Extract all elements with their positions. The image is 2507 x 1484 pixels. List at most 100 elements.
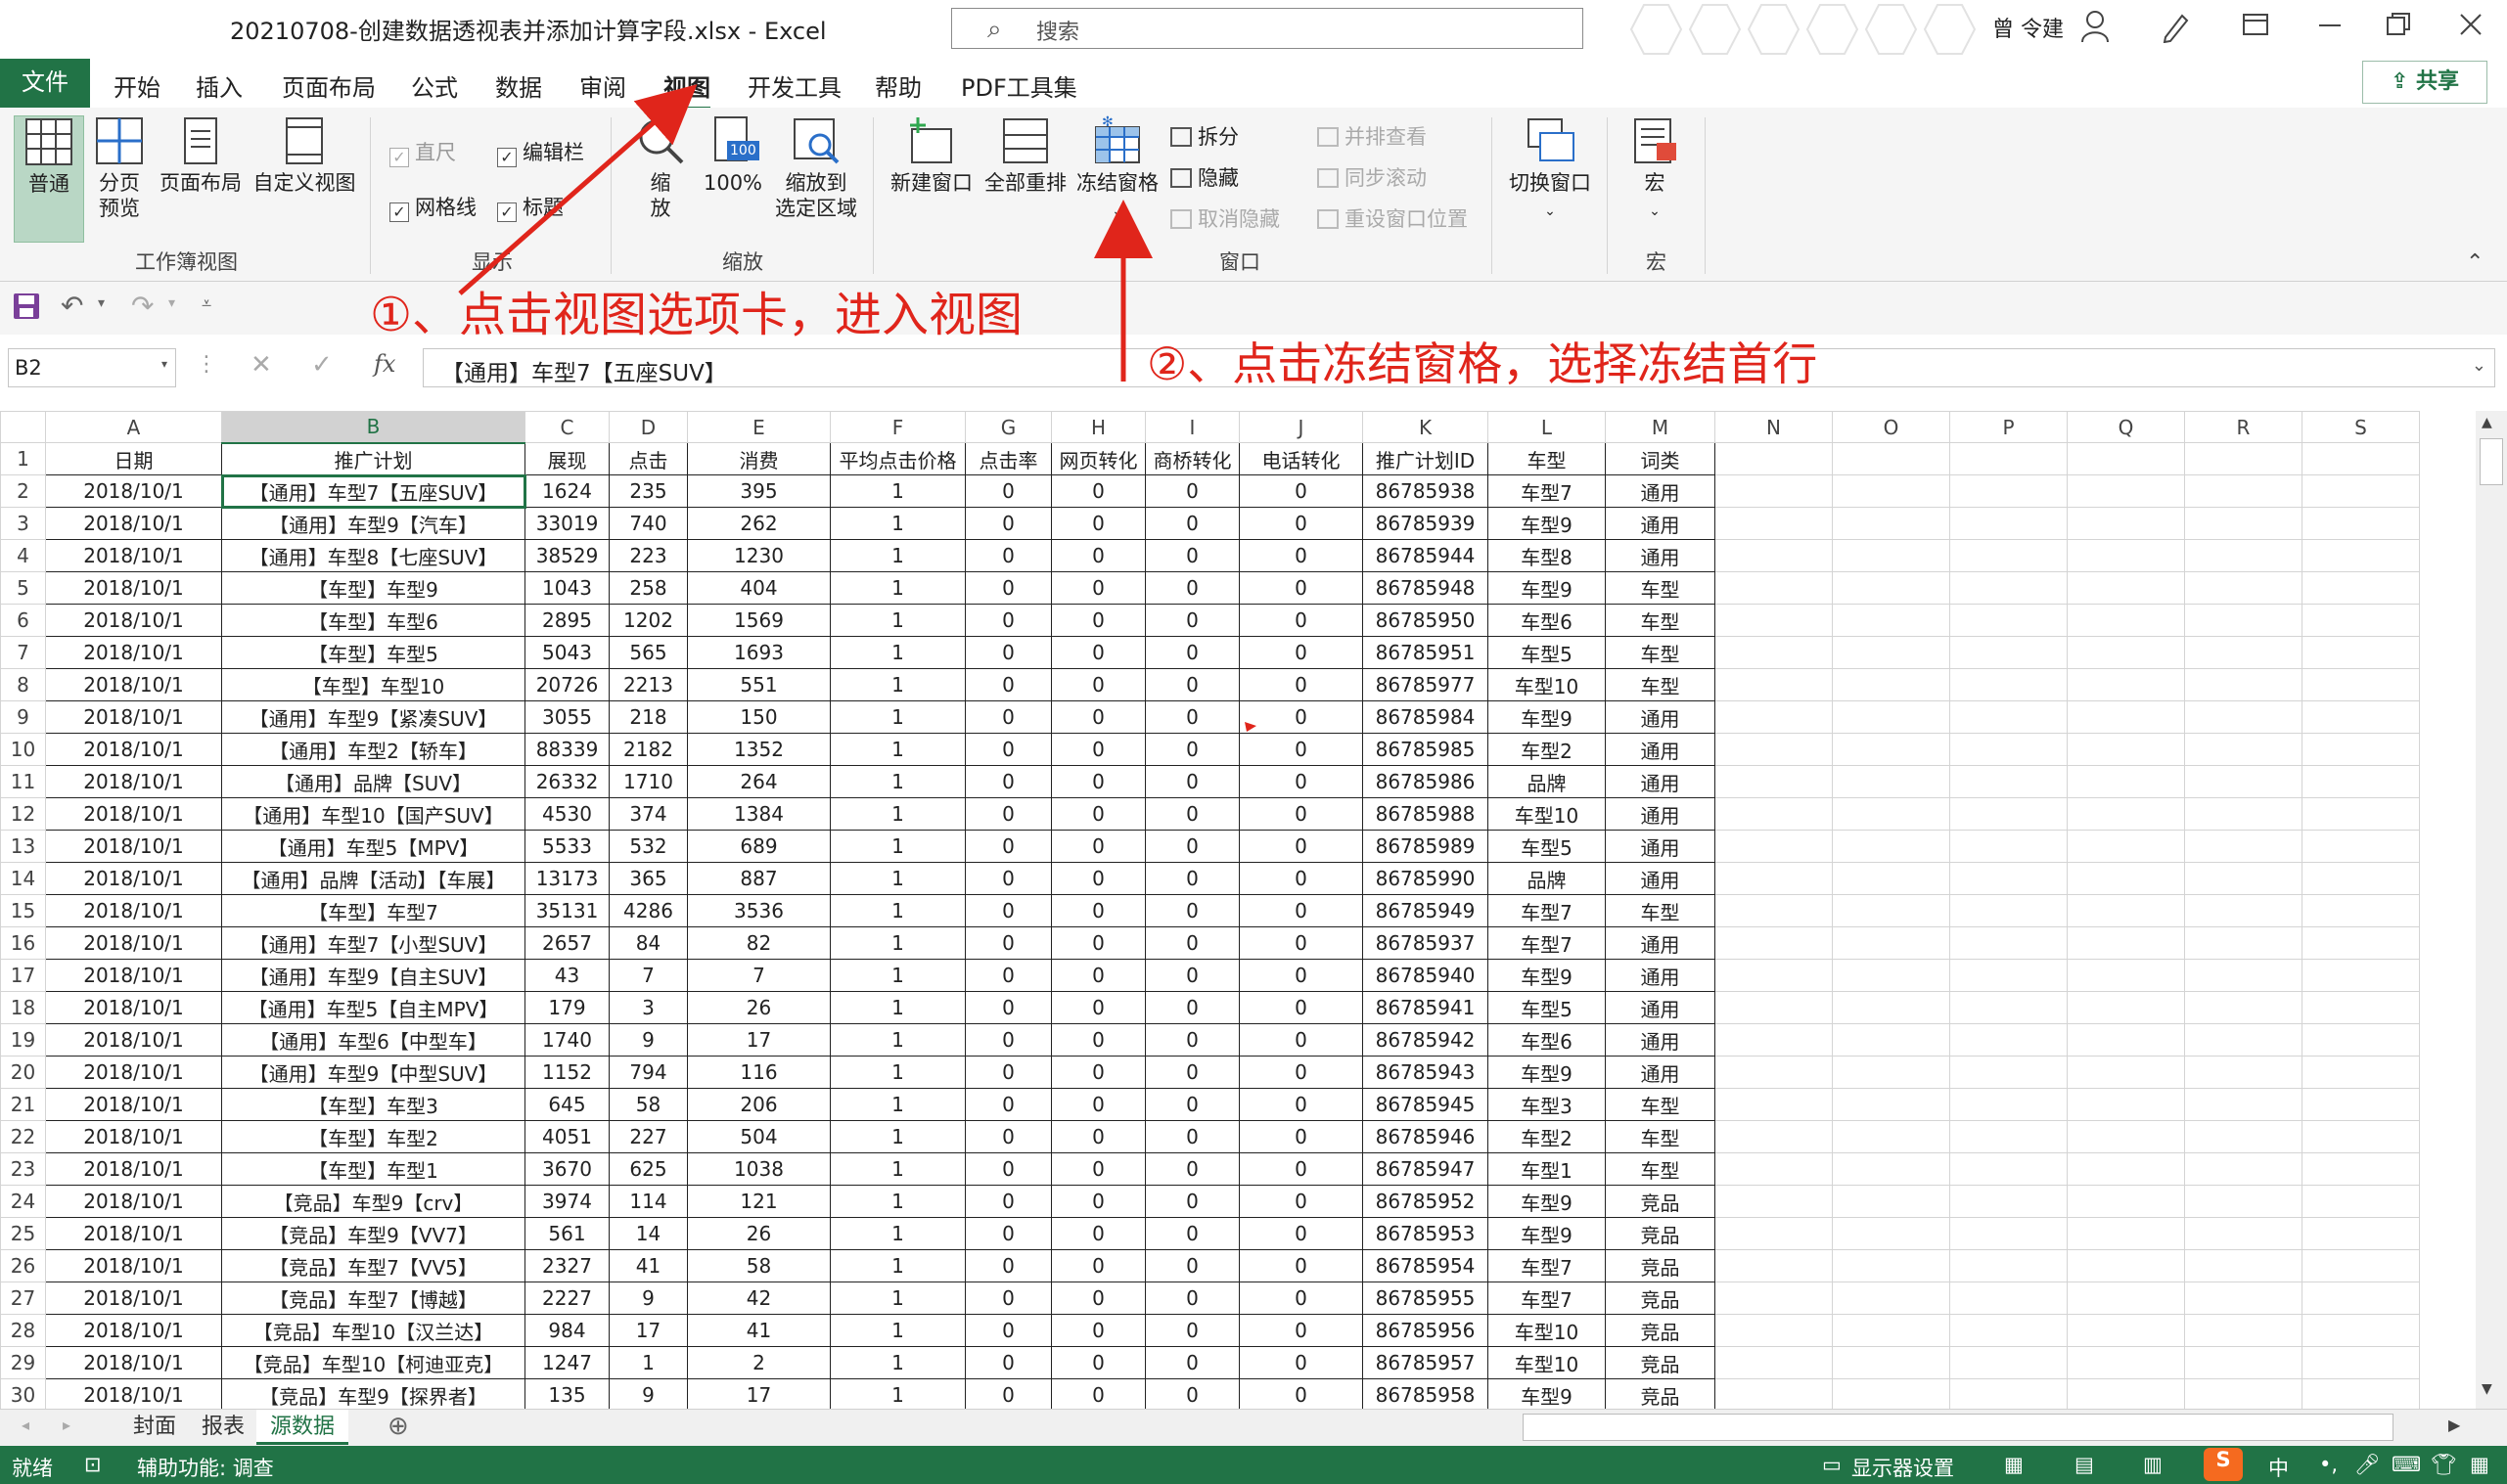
data-cell[interactable]: 2227 xyxy=(524,1282,610,1315)
empty-cell[interactable] xyxy=(1714,474,1833,508)
data-cell[interactable]: 1 xyxy=(830,668,966,701)
ribbon-display-options-icon[interactable] xyxy=(2241,10,2270,46)
empty-cell[interactable] xyxy=(1832,668,1950,701)
empty-cell[interactable] xyxy=(1949,894,2068,927)
header-cell[interactable]: 日期 xyxy=(45,442,222,475)
data-cell[interactable]: 86785937 xyxy=(1362,926,1488,960)
data-cell[interactable]: 88339 xyxy=(524,733,610,766)
data-cell[interactable]: 【竞品】车型7【博越】 xyxy=(221,1282,525,1315)
empty-cell[interactable] xyxy=(1714,959,1833,992)
data-cell[interactable]: 235 xyxy=(609,474,688,508)
empty-cell[interactable] xyxy=(1714,1088,1833,1121)
data-cell[interactable]: 0 xyxy=(1145,1056,1240,1089)
empty-cell[interactable] xyxy=(1832,830,1950,863)
data-cell[interactable]: 【通用】车型2【轿车】 xyxy=(221,733,525,766)
empty-cell[interactable] xyxy=(1714,733,1833,766)
data-cell[interactable]: 86785984 xyxy=(1362,700,1488,734)
data-cell[interactable]: 86785990 xyxy=(1362,862,1488,895)
page-break-preview-button[interactable]: 分页 预览 xyxy=(90,115,149,221)
data-cell[interactable]: 17 xyxy=(687,1378,831,1409)
data-cell[interactable]: 0 xyxy=(1051,1378,1146,1409)
row-header[interactable]: 2 xyxy=(0,474,46,508)
data-cell[interactable]: 【竞品】车型10【柯迪亚克】 xyxy=(221,1346,525,1379)
sheet-tab-cover[interactable]: 封面 xyxy=(119,1410,190,1445)
column-header-o[interactable]: O xyxy=(1832,411,1950,443)
data-cell[interactable]: 车型9 xyxy=(1487,1185,1606,1218)
data-cell[interactable]: 通用 xyxy=(1605,539,1715,572)
row-header[interactable]: 15 xyxy=(0,894,46,927)
data-cell[interactable]: 0 xyxy=(1145,1378,1240,1409)
data-cell[interactable]: 2018/10/1 xyxy=(45,1282,222,1315)
tab-help[interactable]: 帮助 xyxy=(875,68,922,103)
data-cell[interactable]: 车型10 xyxy=(1487,1346,1606,1379)
data-cell[interactable]: 0 xyxy=(1051,894,1146,927)
column-header-b[interactable]: B xyxy=(221,411,525,444)
data-cell[interactable]: 532 xyxy=(609,830,688,863)
data-cell[interactable]: 1043 xyxy=(524,571,610,605)
empty-cell[interactable] xyxy=(1949,668,2068,701)
data-cell[interactable]: 0 xyxy=(1145,1185,1240,1218)
row-header[interactable]: 9 xyxy=(0,700,46,734)
empty-cell[interactable] xyxy=(1832,1378,1950,1409)
empty-cell[interactable] xyxy=(1832,636,1950,669)
data-cell[interactable]: 1624 xyxy=(524,474,610,508)
empty-cell[interactable] xyxy=(2184,1185,2302,1218)
empty-cell[interactable] xyxy=(1949,1023,2068,1057)
data-cell[interactable]: 1 xyxy=(830,765,966,798)
row-header[interactable]: 25 xyxy=(0,1217,46,1250)
empty-cell[interactable] xyxy=(1949,636,2068,669)
data-cell[interactable]: 0 xyxy=(965,1056,1052,1089)
data-cell[interactable]: 2018/10/1 xyxy=(45,733,222,766)
data-cell[interactable]: 1 xyxy=(830,733,966,766)
data-cell[interactable]: 车型9 xyxy=(1487,507,1606,540)
data-cell[interactable]: 2018/10/1 xyxy=(45,1217,222,1250)
close-icon[interactable] xyxy=(2456,10,2485,46)
data-cell[interactable]: 车型7 xyxy=(1487,1282,1606,1315)
data-cell[interactable]: 33019 xyxy=(524,507,610,540)
data-cell[interactable]: 1038 xyxy=(687,1152,831,1186)
data-cell[interactable]: 0 xyxy=(1239,668,1363,701)
data-cell[interactable]: 262 xyxy=(687,507,831,540)
data-cell[interactable]: 0 xyxy=(1051,700,1146,734)
data-cell[interactable]: 0 xyxy=(965,604,1052,637)
data-cell[interactable]: 0 xyxy=(965,474,1052,508)
empty-cell[interactable] xyxy=(2184,1378,2302,1409)
data-cell[interactable]: 0 xyxy=(1239,733,1363,766)
row-header[interactable]: 24 xyxy=(0,1185,46,1218)
data-cell[interactable]: 0 xyxy=(1051,1056,1146,1089)
data-cell[interactable]: 【车型】车型9 xyxy=(221,571,525,605)
data-cell[interactable]: 7 xyxy=(609,959,688,992)
data-cell[interactable]: 车型 xyxy=(1605,1120,1715,1153)
data-cell[interactable]: 车型7 xyxy=(1487,474,1606,508)
data-cell[interactable]: 通用 xyxy=(1605,926,1715,960)
empty-cell[interactable] xyxy=(2184,474,2302,508)
empty-cell[interactable] xyxy=(2184,1088,2302,1121)
macros-button[interactable]: 宏 ⌄ xyxy=(1620,115,1689,224)
data-cell[interactable]: 0 xyxy=(1051,862,1146,895)
data-cell[interactable]: 2018/10/1 xyxy=(45,1346,222,1379)
empty-cell[interactable] xyxy=(2184,1346,2302,1379)
data-cell[interactable]: 0 xyxy=(965,539,1052,572)
row-header[interactable]: 23 xyxy=(0,1152,46,1186)
empty-cell[interactable] xyxy=(1949,507,2068,540)
empty-cell[interactable] xyxy=(1714,1314,1833,1347)
data-cell[interactable]: 1 xyxy=(830,862,966,895)
empty-cell[interactable] xyxy=(1949,1056,2068,1089)
search-box[interactable]: ⌕ 搜索 xyxy=(951,8,1583,49)
data-cell[interactable]: 2018/10/1 xyxy=(45,765,222,798)
empty-cell[interactable] xyxy=(1714,1217,1833,1250)
column-header-q[interactable]: Q xyxy=(2067,411,2185,443)
data-cell[interactable]: 41 xyxy=(609,1249,688,1282)
data-cell[interactable]: 1 xyxy=(830,636,966,669)
page-layout-status-icon[interactable]: ▤ xyxy=(2074,1453,2094,1476)
empty-cell[interactable] xyxy=(2302,797,2420,831)
pen-icon[interactable] xyxy=(2161,10,2190,50)
data-cell[interactable]: 竞品 xyxy=(1605,1314,1715,1347)
empty-cell[interactable] xyxy=(2184,1217,2302,1250)
data-cell[interactable]: 0 xyxy=(1145,926,1240,960)
data-cell[interactable]: 通用 xyxy=(1605,700,1715,734)
empty-cell[interactable] xyxy=(2067,830,2185,863)
data-cell[interactable]: 0 xyxy=(1239,862,1363,895)
row-header[interactable]: 6 xyxy=(0,604,46,637)
ime-mode[interactable]: 中 xyxy=(2268,1453,2289,1482)
